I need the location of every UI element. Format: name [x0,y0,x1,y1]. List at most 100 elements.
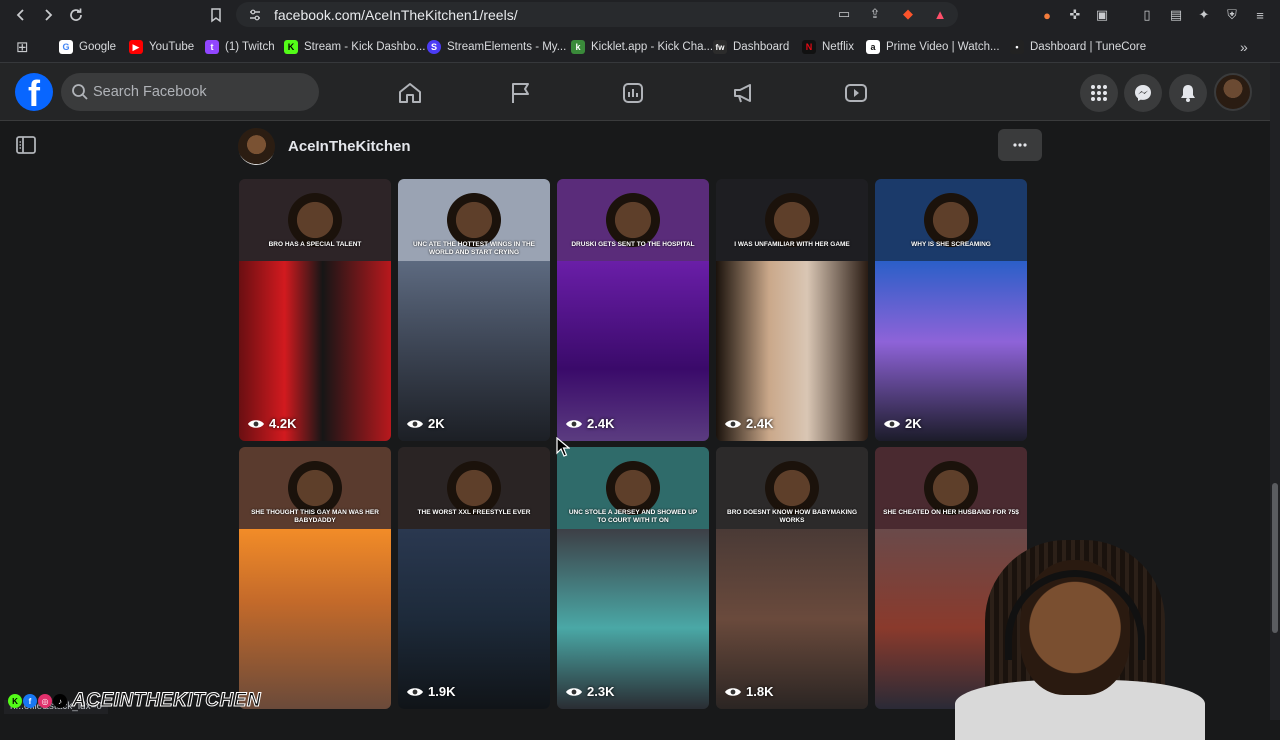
vpn-icon[interactable]: ⛨ [1222,5,1242,25]
bookmark-youtube[interactable]: ▶ YouTube [129,38,194,56]
profile-avatar[interactable] [238,128,275,165]
reel-view-count: 2.4K [565,416,614,431]
google-icon: G [59,40,73,54]
ads-megaphone-icon[interactable] [731,80,757,106]
kicklet-icon: k [571,40,585,54]
reel-views: 4.2K [269,416,297,431]
reel-bottom-frame [239,529,391,709]
reel-card[interactable]: BRO HAS A SPECIAL TALENT 4.2K [239,179,391,441]
reel-card[interactable]: DRUSKI GETS SENT TO THE HOSPITAL 2.4K [557,179,709,441]
bookmark-prime-video[interactable]: a Prime Video | Watch... [866,38,1000,56]
facebook-logo-icon[interactable]: f [15,73,53,111]
forward-icon[interactable] [36,3,60,27]
reel-view-count: 4.2K [247,416,296,431]
site-settings-icon[interactable] [248,8,262,22]
reel-bottom-frame [557,529,709,709]
reel-caption: SHE CHEATED ON HER HUSBAND FOR 75$ [883,509,1019,516]
reel-view-count: 1.8K [724,684,773,699]
reel-bottom-frame [716,261,868,441]
bookmarks-bar: ⊞ G Google ▶ YouTube t (1) Twitch K Stream -… [0,30,1280,63]
reel-card[interactable]: SHE THOUGHT THIS GAY MAN WAS HER BABYDAD… [239,447,391,709]
netflix-icon: N [802,40,816,54]
reel-views: 2.3K [587,684,615,699]
bookmark-kick-dashboard[interactable]: K Stream - Kick Dashbo... [284,38,425,56]
reel-card[interactable]: UNC ATE THE HOTTEST WINGS IN THE WORLD A… [398,179,550,441]
sidebar-icon[interactable]: ▯ [1137,5,1157,25]
sidebar-toggle-icon[interactable] [12,134,40,156]
video-icon[interactable] [843,80,869,106]
reel-caption: UNC ATE THE HOTTEST WINGS IN THE WORLD A… [412,241,536,256]
eye-icon [725,419,741,428]
eye-icon [566,419,582,428]
streamer-watermark: K f ◎ ♪ ACEINTHEKITCHEN [8,689,261,713]
apps-grid-icon[interactable]: ⊞ [16,38,29,56]
bookmark-google[interactable]: G Google [59,38,116,56]
search-placeholder: Search Facebook [93,84,207,100]
bookmark-kicklet[interactable]: k Kicklet.app - Kick Cha... [571,38,713,56]
more-bookmarks-icon[interactable]: » [1240,38,1248,56]
bookmark-streamelements[interactable]: S StreamElements - My... [427,38,566,56]
reel-card[interactable]: I WAS UNFAMILIAR WITH HER GAME 2.4K [716,179,868,441]
messenger-icon [1135,85,1151,101]
leo-ai-icon[interactable]: ✦ [1194,5,1214,25]
bookmark-label: Prime Video | Watch... [886,41,1000,53]
amazon-icon: a [866,40,880,54]
streamelements-icon: S [427,40,441,54]
reel-views: 2K [905,416,922,431]
reel-caption: THE WORST XXL FREESTYLE EVER [417,509,531,516]
cast-icon[interactable]: ▭ [834,4,854,24]
home-icon[interactable] [397,80,423,106]
brave-shield-icon[interactable]: ◆ [898,4,918,24]
bookmark-icon[interactable] [204,3,228,27]
reel-views: 1.9K [428,684,456,699]
reel-card[interactable]: THE WORST XXL FREESTYLE EVER 1.9K [398,447,550,709]
pages-flag-icon[interactable] [508,80,534,106]
bookmark-tunecore[interactable]: • Dashboard | TuneCore [1010,38,1146,56]
account-avatar[interactable] [1214,73,1252,111]
menu-grid-button[interactable] [1080,74,1118,112]
reel-card[interactable]: BRO DOESNT KNOW HOW BABYMAKING WORKS 1.8K [716,447,868,709]
search-input[interactable]: Search Facebook [61,73,319,111]
share-icon[interactable]: ⇪ [865,4,885,24]
media-icon[interactable]: ▣ [1092,5,1112,25]
bell-icon [1181,85,1195,102]
extensions-puzzle-icon[interactable]: ✜ [1065,5,1085,25]
dashboard-icon[interactable] [620,80,646,106]
profile-name[interactable]: AceInTheKitchen [288,138,411,155]
bookmark-twitch[interactable]: t (1) Twitch [205,38,275,56]
kick-icon: K [8,694,22,708]
webcam-overlay [925,530,1225,740]
more-options-button[interactable] [998,129,1042,161]
reel-views: 2.4K [587,416,615,431]
bookmark-label: Google [79,41,117,53]
instagram-icon: ◎ [38,694,52,708]
back-icon[interactable] [9,3,33,27]
extension-icon[interactable]: ● [1037,5,1057,25]
bookmark-netflix[interactable]: N Netflix [802,38,854,56]
page-scrollbar[interactable] [1270,63,1280,720]
browser-toolbar: facebook.com/AceInTheKitchen1/reels/ ▭ ⇪… [0,0,1280,30]
reel-caption: UNC STOLE A JERSEY AND SHOWED UP TO COUR… [568,509,698,524]
reel-caption: BRO DOESNT KNOW HOW BABYMAKING WORKS [727,509,857,524]
reel-view-count: 2.3K [565,684,614,699]
eye-icon [407,419,423,428]
wallet-icon[interactable]: ▤ [1166,5,1186,25]
twitch-icon: t [205,40,219,54]
brave-rewards-icon[interactable]: ▲ [930,4,950,24]
reel-card[interactable]: WHY IS SHE SCREAMING 2K [875,179,1027,441]
messenger-button[interactable] [1124,74,1162,112]
reel-streamer-face [444,455,504,515]
notifications-button[interactable] [1169,74,1207,112]
reel-streamer-face [285,455,345,515]
bookmark-dashboard[interactable]: fw Dashboard [713,38,789,56]
reel-card[interactable]: UNC STOLE A JERSEY AND SHOWED UP TO COUR… [557,447,709,709]
menu-icon[interactable]: ≡ [1250,5,1270,25]
reload-icon[interactable] [64,3,88,27]
reel-view-count: 2K [406,416,445,431]
eye-icon [248,419,264,428]
bookmark-label: YouTube [149,41,195,53]
bookmark-label: Dashboard | TuneCore [1030,41,1147,53]
address-bar[interactable]: facebook.com/AceInTheKitchen1/reels/ ▭ ⇪… [236,2,958,27]
scroll-thumb[interactable] [1272,483,1278,633]
bookmark-label: Dashboard [733,41,790,53]
